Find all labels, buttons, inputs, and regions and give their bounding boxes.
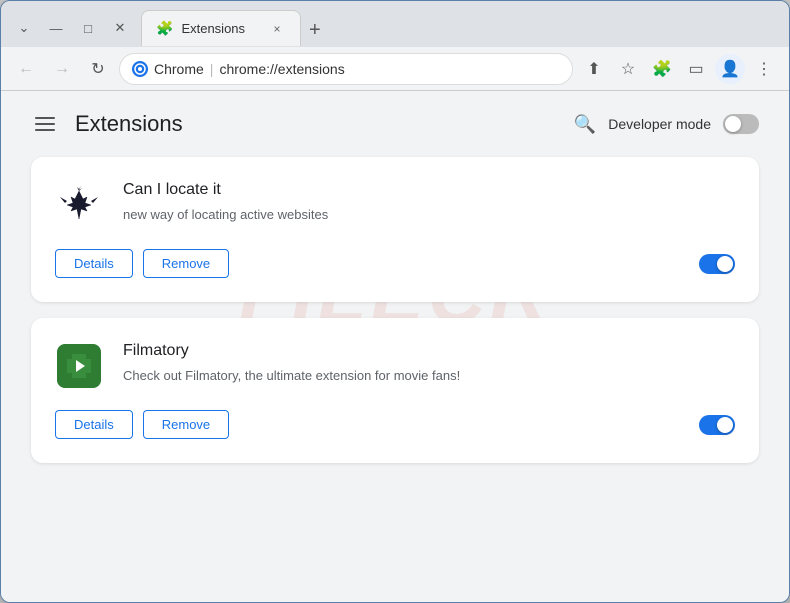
close-button[interactable]: ✕ (107, 15, 133, 41)
profile-button[interactable]: 👤 (715, 54, 745, 84)
extension-name-filmatory: Filmatory (123, 342, 735, 360)
extension-card-can-i-locate-it: Can I locate it new way of locating acti… (31, 157, 759, 302)
toggle-knob (717, 256, 733, 272)
hamburger-line-2 (35, 123, 55, 125)
toggle-knob (725, 116, 741, 132)
details-button-can-i-locate-it[interactable]: Details (55, 249, 133, 278)
developer-mode-toggle[interactable] (723, 114, 759, 134)
address-separator: | (210, 61, 214, 77)
card-top-filmatory: Filmatory Check out Filmatory, the ultim… (55, 342, 735, 390)
card-buttons-filmatory: Details Remove (55, 410, 229, 439)
tab-label: Extensions (181, 21, 245, 36)
extensions-header: Extensions 🔍 Developer mode (31, 111, 759, 137)
card-bottom-filmatory: Details Remove (55, 410, 735, 439)
window-controls: ⌄ — □ ✕ (11, 15, 133, 41)
header-right: 🔍 Developer mode (574, 114, 759, 135)
enable-toggle-can-i-locate-it[interactable] (699, 254, 735, 274)
maximize-button[interactable]: □ (75, 15, 101, 41)
tab-close-button[interactable]: × (268, 20, 286, 38)
page-title: Extensions (75, 111, 183, 137)
hamburger-line-1 (35, 117, 55, 119)
hamburger-menu-button[interactable] (31, 113, 59, 135)
remove-button-filmatory[interactable]: Remove (143, 410, 229, 439)
chevron-down-btn[interactable]: ⌄ (11, 15, 37, 41)
extension-info-can-i-locate-it: Can I locate it new way of locating acti… (123, 181, 735, 225)
refresh-button[interactable]: ↻ (83, 54, 113, 84)
back-button[interactable]: ← (11, 54, 41, 84)
chrome-icon (132, 61, 148, 77)
browser-window: ⌄ — □ ✕ 🧩 Extensions × + ← → ↻ Ch (0, 0, 790, 603)
remove-button-can-i-locate-it[interactable]: Remove (143, 249, 229, 278)
search-button[interactable]: 🔍 (574, 114, 596, 135)
menu-button[interactable]: ⋮ (749, 54, 779, 84)
new-tab-button[interactable]: + (301, 19, 329, 42)
filmatory-icon-bg (57, 344, 101, 388)
extension-name-can-i-locate-it: Can I locate it (123, 181, 735, 199)
sidebar-button[interactable]: ▭ (681, 54, 711, 84)
address-url: chrome://extensions (219, 61, 560, 77)
page-content: FILECR Extensions 🔍 Developer mode (1, 91, 789, 602)
hamburger-line-3 (35, 129, 55, 131)
developer-mode-label: Developer mode (608, 116, 711, 132)
header-left: Extensions (31, 111, 183, 137)
omnibar: ← → ↻ Chrome | chrome://extensions ⬆ ☆ 🧩… (1, 47, 789, 91)
extension-info-filmatory: Filmatory Check out Filmatory, the ultim… (123, 342, 735, 386)
details-button-filmatory[interactable]: Details (55, 410, 133, 439)
title-bar: ⌄ — □ ✕ 🧩 Extensions × + (1, 1, 789, 47)
omnibar-right: ⬆ ☆ 🧩 ▭ 👤 ⋮ (579, 54, 779, 84)
address-brand: Chrome (154, 61, 204, 77)
card-top: Can I locate it new way of locating acti… (55, 181, 735, 229)
extension-desc-can-i-locate-it: new way of locating active websites (123, 205, 735, 225)
extension-desc-filmatory: Check out Filmatory, the ultimate extens… (123, 366, 735, 386)
share-button[interactable]: ⬆ (579, 54, 609, 84)
bookmark-button[interactable]: ☆ (613, 54, 643, 84)
extension-icon-can-i-locate-it (55, 181, 103, 229)
card-bottom-can-i-locate-it: Details Remove (55, 249, 735, 278)
card-buttons-can-i-locate-it: Details Remove (55, 249, 229, 278)
toggle-knob (717, 417, 733, 433)
tab-bar: 🧩 Extensions × + (141, 10, 779, 46)
forward-button[interactable]: → (47, 54, 77, 84)
enable-toggle-filmatory[interactable] (699, 415, 735, 435)
extension-card-filmatory: Filmatory Check out Filmatory, the ultim… (31, 318, 759, 463)
extensions-button[interactable]: 🧩 (647, 54, 677, 84)
extension-icon-filmatory (55, 342, 103, 390)
tab-favicon: 🧩 (156, 20, 173, 37)
extensions-tab[interactable]: 🧩 Extensions × (141, 10, 301, 46)
extensions-page: FILECR Extensions 🔍 Developer mode (1, 91, 789, 499)
minimize-button[interactable]: — (43, 15, 69, 41)
address-bar[interactable]: Chrome | chrome://extensions (119, 53, 573, 85)
